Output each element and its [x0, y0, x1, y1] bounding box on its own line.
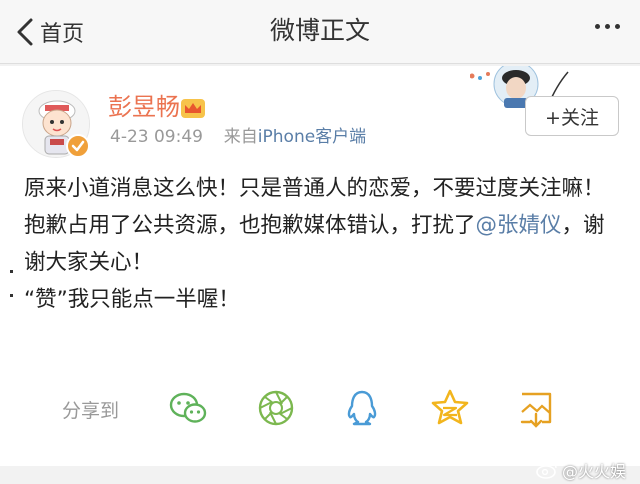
content-line: 抱歉占用了公共资源，也抱歉媒体错认，打扰了@张婧仪，谢谢大家关心！	[24, 207, 624, 281]
share-label: 分享到	[62, 400, 120, 422]
content-text: 抱歉占用了公共资源，也抱歉媒体错认，打扰了	[24, 213, 476, 238]
navigation-bar: 首页 微博正文	[0, 0, 640, 64]
qzone-icon[interactable]	[430, 388, 470, 428]
post-source[interactable]: iPhone客户端	[258, 127, 366, 147]
post-time: 4-23 09:49	[110, 127, 203, 147]
share-bar: 分享到	[0, 388, 640, 430]
dot-icon	[605, 24, 610, 29]
post-meta: 4-23 09:49 来自iPhone客户端	[110, 126, 366, 148]
dot-icon	[595, 24, 600, 29]
weibo-logo-icon	[536, 462, 557, 479]
username[interactable]: 彭昱畅	[108, 92, 180, 122]
watermark-text: @火火娱	[561, 462, 626, 481]
watermark: @火火娱	[536, 458, 626, 482]
qq-icon[interactable]	[342, 388, 382, 428]
margin-dot	[10, 294, 13, 297]
wechat-icon[interactable]	[168, 388, 208, 428]
dot-icon	[615, 24, 620, 29]
save-image-icon[interactable]	[516, 388, 556, 428]
more-options-button[interactable]	[595, 24, 620, 29]
moments-icon[interactable]	[256, 388, 296, 428]
page-title: 微博正文	[269, 16, 370, 45]
content-line: 原来小道消息这么快！只是普通人的恋爱，不要过度关注嘛！	[24, 176, 605, 201]
content-line: “赞”我只能点一半喔！	[24, 287, 240, 312]
weibo-post: 彭昱畅 4-23 09:49 来自iPhone客户端 +关注 原来小道消息这么快…	[0, 66, 640, 466]
margin-dot	[10, 270, 13, 273]
mention-link[interactable]: @张婧仪	[476, 213, 562, 238]
vip-crown-icon	[181, 99, 205, 118]
source-prefix: 来自	[223, 127, 258, 147]
post-content: 原来小道消息这么快！只是普通人的恋爱，不要过度关注嘛！ 抱歉占用了公共资源，也抱…	[24, 170, 624, 318]
follow-button[interactable]: +关注	[525, 96, 619, 136]
verified-badge-icon	[66, 134, 90, 158]
